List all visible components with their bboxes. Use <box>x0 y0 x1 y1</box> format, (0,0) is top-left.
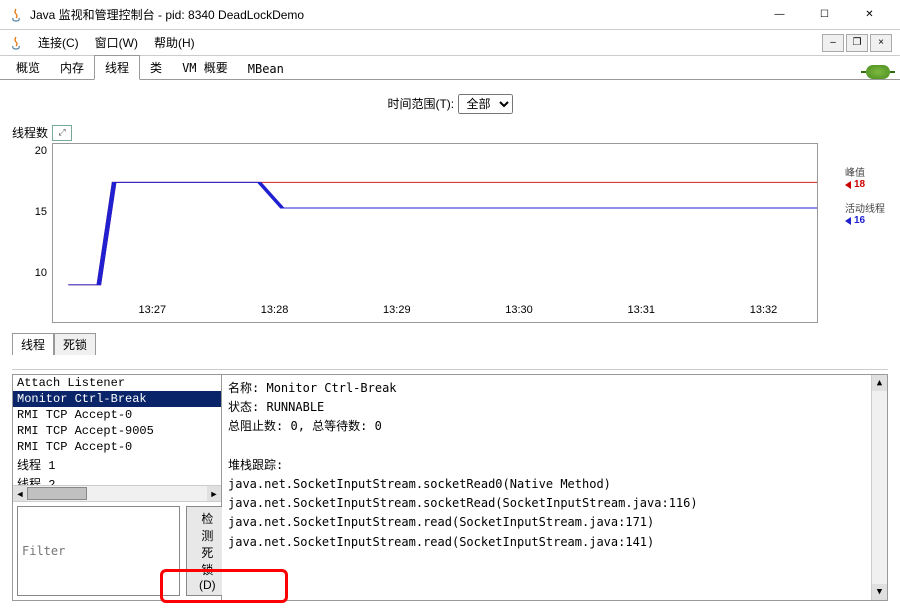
filter-row: 检测死锁(D) <box>13 501 221 600</box>
tab-memory[interactable]: 内存 <box>50 56 94 79</box>
detail-name-value: Monitor Ctrl-Break <box>266 381 396 395</box>
detail-blocked-label: 总阻止数: <box>228 419 283 433</box>
thread-item[interactable]: RMI TCP Accept-9005 <box>13 423 221 439</box>
stack-trace-line: java.net.SocketInputStream.socketRead(So… <box>228 494 881 513</box>
legend-live-label: 活动线程 <box>845 200 885 215</box>
chart-section: 线程数 ⤢ 10 15 20 13:27 13:28 13:29 <box>12 124 888 323</box>
tab-classes[interactable]: 类 <box>140 56 172 79</box>
x-axis: 13:27 13:28 13:29 13:30 13:31 13:32 <box>53 304 817 322</box>
thread-item[interactable]: 线程 2 <box>13 474 221 485</box>
java-icon-small <box>8 35 24 51</box>
tab-vm[interactable]: VM 概要 <box>172 56 238 79</box>
stack-trace-line: java.net.SocketInputStream.read(SocketIn… <box>228 533 881 552</box>
inner-minimize[interactable]: – <box>822 34 844 52</box>
detail-state-label: 状态: <box>228 400 259 414</box>
x-tick: 13:31 <box>628 304 656 316</box>
thread-item[interactable]: RMI TCP Accept-0 <box>13 439 221 455</box>
timerange-row: 时间范围(T): 全部 <box>12 94 888 114</box>
tab-mbean[interactable]: MBean <box>238 59 294 79</box>
menu-connect[interactable]: 连接(C) <box>30 32 87 53</box>
stack-trace-label: 堆栈跟踪: <box>228 456 881 475</box>
inner-window-controls: – ❐ × <box>822 34 892 52</box>
thread-item[interactable]: Monitor Ctrl-Break <box>13 391 221 407</box>
timerange-select[interactable]: 全部 <box>458 94 513 114</box>
lower-split: Attach ListenerMonitor Ctrl-BreakRMI TCP… <box>12 369 888 601</box>
detail-name-label: 名称: <box>228 381 259 395</box>
minimize-button[interactable]: — <box>757 1 802 29</box>
x-tick: 13:32 <box>750 304 778 316</box>
y-tick: 15 <box>35 206 47 218</box>
connection-status-icon <box>866 65 890 79</box>
detail-state-value: RUNNABLE <box>266 400 324 414</box>
x-tick: 13:29 <box>383 304 411 316</box>
y-axis: 10 15 20 <box>23 144 51 304</box>
java-icon <box>8 7 24 23</box>
thread-list[interactable]: Attach ListenerMonitor Ctrl-BreakRMI TCP… <box>13 375 221 485</box>
menu-window[interactable]: 窗口(W) <box>87 32 146 53</box>
thread-item[interactable]: 线程 1 <box>13 455 221 474</box>
subtab-threads[interactable]: 线程 <box>12 333 54 355</box>
thread-list-hscroll[interactable]: ◄ ► <box>13 485 221 501</box>
chart-expand-button[interactable]: ⤢ <box>52 125 72 141</box>
thread-chart: 10 15 20 13:27 13:28 13:29 13:30 13:31 1… <box>52 143 818 323</box>
tab-threads[interactable]: 线程 <box>94 55 140 80</box>
window-controls: — ☐ ✕ <box>757 1 892 29</box>
legend-live-value: 16 <box>854 215 865 226</box>
subtab-deadlock[interactable]: 死锁 <box>54 333 96 355</box>
detail-blocked-value: 0, <box>290 419 304 433</box>
timerange-label: 时间范围(T): <box>387 97 454 111</box>
chart-legend: 峰值 18 活动线程 16 <box>845 164 885 236</box>
main-tabbar: 概览 内存 线程 类 VM 概要 MBean <box>0 56 900 80</box>
y-tick: 20 <box>35 145 47 157</box>
thread-item[interactable]: RMI TCP Accept-0 <box>13 407 221 423</box>
y-tick: 10 <box>35 267 47 279</box>
inner-restore[interactable]: ❐ <box>846 34 868 52</box>
window-title: Java 监视和管理控制台 - pid: 8340 DeadLockDemo <box>30 6 757 23</box>
menubar: 连接(C) 窗口(W) 帮助(H) – ❐ × <box>0 30 900 56</box>
thread-item[interactable]: Attach Listener <box>13 375 221 391</box>
tab-overview[interactable]: 概览 <box>6 56 50 79</box>
inner-close[interactable]: × <box>870 34 892 52</box>
legend-peak-label: 峰值 <box>845 164 885 179</box>
stack-trace-line: java.net.SocketInputStream.socketRead0(N… <box>228 475 881 494</box>
maximize-button[interactable]: ☐ <box>802 1 847 29</box>
details-vscroll[interactable]: ▲ ▼ <box>871 375 887 600</box>
x-tick: 13:27 <box>139 304 167 316</box>
legend-peak-value: 18 <box>854 179 865 190</box>
detail-waited-label: 总等待数: <box>312 419 367 433</box>
titlebar: Java 监视和管理控制台 - pid: 8340 DeadLockDemo —… <box>0 0 900 30</box>
x-tick: 13:30 <box>505 304 533 316</box>
thread-details-panel: 名称: Monitor Ctrl-Break 状态: RUNNABLE 总阻止数… <box>222 374 888 601</box>
close-button[interactable]: ✕ <box>847 1 892 29</box>
chart-title: 线程数 <box>12 124 48 141</box>
detail-waited-value: 0 <box>375 419 382 433</box>
stack-trace-line: java.net.SocketInputStream.read(SocketIn… <box>228 513 881 532</box>
filter-input[interactable] <box>17 506 180 596</box>
subtabs: 线程 死锁 <box>12 333 888 355</box>
thread-list-panel: Attach ListenerMonitor Ctrl-BreakRMI TCP… <box>12 374 222 601</box>
content-area: 时间范围(T): 全部 线程数 ⤢ 10 15 20 <box>0 80 900 609</box>
menu-help[interactable]: 帮助(H) <box>146 32 203 53</box>
x-tick: 13:28 <box>261 304 289 316</box>
plot-area <box>53 144 817 304</box>
